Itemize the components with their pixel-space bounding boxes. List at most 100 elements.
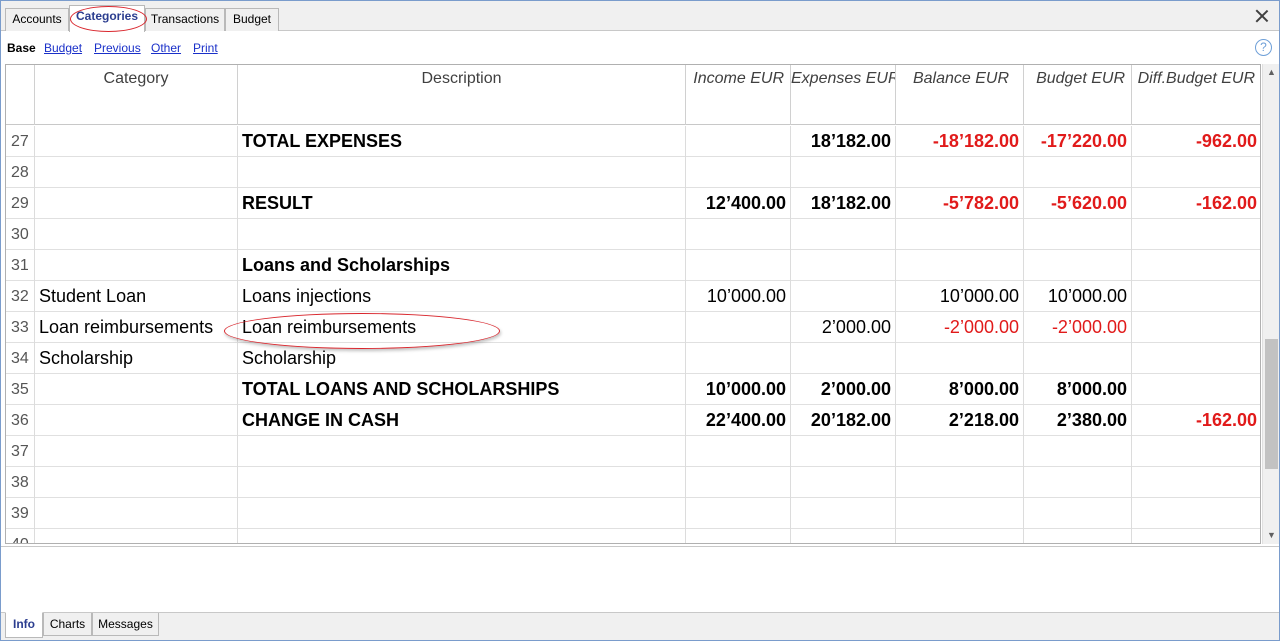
description-cell[interactable]: CHANGE IN CASH bbox=[238, 405, 686, 436]
category-cell[interactable] bbox=[35, 219, 238, 250]
diff-budget-cell[interactable] bbox=[1132, 250, 1260, 281]
table-row[interactable]: 37 bbox=[6, 436, 1260, 467]
income-cell[interactable] bbox=[686, 343, 791, 374]
expenses-cell[interactable]: 20’182.00 bbox=[791, 405, 896, 436]
income-cell[interactable] bbox=[686, 157, 791, 188]
diff-budget-cell[interactable]: -962.00 bbox=[1132, 126, 1260, 157]
description-cell[interactable]: Loans and Scholarships bbox=[238, 250, 686, 281]
diff-budget-cell[interactable] bbox=[1132, 157, 1260, 188]
description-cell[interactable]: TOTAL EXPENSES bbox=[238, 126, 686, 157]
table-row[interactable]: 39 bbox=[6, 498, 1260, 529]
category-cell[interactable]: Scholarship bbox=[35, 343, 238, 374]
header-income[interactable]: Income EUR bbox=[686, 65, 791, 125]
table-row[interactable]: 34 Scholarship Scholarship bbox=[6, 343, 1260, 374]
view-budget[interactable]: Budget bbox=[44, 41, 82, 55]
tab-messages[interactable]: Messages bbox=[92, 613, 159, 636]
scroll-down-icon[interactable]: ▼ bbox=[1263, 527, 1279, 544]
income-cell[interactable]: 12’400.00 bbox=[686, 188, 791, 219]
expenses-cell[interactable]: 18’182.00 bbox=[791, 126, 896, 157]
balance-cell[interactable] bbox=[896, 498, 1024, 529]
budget-cell[interactable]: -5’620.00 bbox=[1024, 188, 1132, 219]
table-row[interactable]: 36 CHANGE IN CASH 22’400.00 20’182.00 2’218.… bbox=[6, 405, 1260, 436]
income-cell[interactable]: 10’000.00 bbox=[686, 374, 791, 405]
table-row[interactable]: 32 Student Loan Loans injections 10’000.00 1… bbox=[6, 281, 1260, 312]
expenses-cell[interactable]: 2’000.00 bbox=[791, 374, 896, 405]
diff-budget-cell[interactable] bbox=[1132, 498, 1260, 529]
balance-cell[interactable] bbox=[896, 343, 1024, 374]
expenses-cell[interactable] bbox=[791, 343, 896, 374]
category-cell[interactable] bbox=[35, 405, 238, 436]
description-cell[interactable]: Loans injections bbox=[238, 281, 686, 312]
budget-cell[interactable]: -17’220.00 bbox=[1024, 126, 1132, 157]
balance-cell[interactable] bbox=[896, 157, 1024, 188]
row-number-cell[interactable]: 27 bbox=[6, 126, 35, 157]
balance-cell[interactable] bbox=[896, 467, 1024, 498]
expenses-cell[interactable] bbox=[791, 529, 896, 543]
table-row[interactable]: 31 Loans and Scholarships bbox=[6, 250, 1260, 281]
header-expenses[interactable]: Expenses EUR bbox=[791, 65, 896, 125]
view-base[interactable]: Base bbox=[7, 41, 36, 55]
table-row[interactable]: 29 RESULT 12’400.00 18’182.00 -5’782.00 -5’62… bbox=[6, 188, 1260, 219]
balance-cell[interactable] bbox=[896, 529, 1024, 543]
budget-cell[interactable]: 8’000.00 bbox=[1024, 374, 1132, 405]
diff-budget-cell[interactable] bbox=[1132, 436, 1260, 467]
category-cell[interactable] bbox=[35, 529, 238, 543]
description-cell[interactable] bbox=[238, 467, 686, 498]
expenses-cell[interactable]: 18’182.00 bbox=[791, 188, 896, 219]
table-row[interactable]: 40 bbox=[6, 529, 1260, 543]
balance-cell[interactable]: 8’000.00 bbox=[896, 374, 1024, 405]
balance-cell[interactable]: -5’782.00 bbox=[896, 188, 1024, 219]
expenses-cell[interactable]: 2’000.00 bbox=[791, 312, 896, 343]
balance-cell[interactable]: 10’000.00 bbox=[896, 281, 1024, 312]
budget-cell[interactable] bbox=[1024, 250, 1132, 281]
budget-cell[interactable] bbox=[1024, 157, 1132, 188]
row-number-cell[interactable]: 36 bbox=[6, 405, 35, 436]
balance-cell[interactable] bbox=[896, 436, 1024, 467]
income-cell[interactable]: 22’400.00 bbox=[686, 405, 791, 436]
description-cell[interactable] bbox=[238, 498, 686, 529]
budget-cell[interactable] bbox=[1024, 467, 1132, 498]
table-row[interactable]: 33 Loan reimbursements Loan reimbursements… bbox=[6, 312, 1260, 343]
category-cell[interactable] bbox=[35, 467, 238, 498]
row-number-cell[interactable]: 35 bbox=[6, 374, 35, 405]
expenses-cell[interactable] bbox=[791, 219, 896, 250]
category-cell[interactable] bbox=[35, 188, 238, 219]
diff-budget-cell[interactable] bbox=[1132, 312, 1260, 343]
description-cell[interactable]: Loan reimbursements bbox=[238, 312, 686, 343]
category-cell[interactable] bbox=[35, 126, 238, 157]
row-number-cell[interactable]: 40 bbox=[6, 529, 35, 543]
row-number-cell[interactable]: 34 bbox=[6, 343, 35, 374]
budget-cell[interactable] bbox=[1024, 436, 1132, 467]
budget-cell[interactable] bbox=[1024, 529, 1132, 543]
category-cell[interactable] bbox=[35, 157, 238, 188]
tab-info[interactable]: Info bbox=[5, 612, 43, 638]
view-previous[interactable]: Previous bbox=[94, 41, 141, 55]
view-print[interactable]: Print bbox=[193, 41, 218, 55]
row-number-cell[interactable]: 32 bbox=[6, 281, 35, 312]
description-cell[interactable]: TOTAL LOANS AND SCHOLARSHIPS bbox=[238, 374, 686, 405]
header-description[interactable]: Description bbox=[238, 65, 686, 125]
tab-budget[interactable]: Budget bbox=[225, 8, 279, 31]
description-cell[interactable]: Scholarship bbox=[238, 343, 686, 374]
category-cell[interactable] bbox=[35, 436, 238, 467]
row-number-cell[interactable]: 28 bbox=[6, 157, 35, 188]
tab-accounts[interactable]: Accounts bbox=[5, 8, 69, 31]
tab-transactions[interactable]: Transactions bbox=[145, 8, 225, 31]
budget-cell[interactable] bbox=[1024, 498, 1132, 529]
vertical-scrollbar[interactable]: ▲ ▼ bbox=[1262, 64, 1279, 544]
balance-cell[interactable] bbox=[896, 219, 1024, 250]
diff-budget-cell[interactable] bbox=[1132, 219, 1260, 250]
category-cell[interactable]: Student Loan bbox=[35, 281, 238, 312]
expenses-cell[interactable] bbox=[791, 436, 896, 467]
row-number-cell[interactable]: 29 bbox=[6, 188, 35, 219]
category-cell[interactable] bbox=[35, 498, 238, 529]
expenses-cell[interactable] bbox=[791, 250, 896, 281]
table-row[interactable]: 28 bbox=[6, 157, 1260, 188]
header-budget[interactable]: Budget EUR bbox=[1024, 65, 1132, 125]
income-cell[interactable] bbox=[686, 498, 791, 529]
tab-categories[interactable]: Categories bbox=[69, 5, 145, 32]
diff-budget-cell[interactable] bbox=[1132, 529, 1260, 543]
income-cell[interactable] bbox=[686, 126, 791, 157]
budget-cell[interactable]: 2’380.00 bbox=[1024, 405, 1132, 436]
expenses-cell[interactable] bbox=[791, 157, 896, 188]
